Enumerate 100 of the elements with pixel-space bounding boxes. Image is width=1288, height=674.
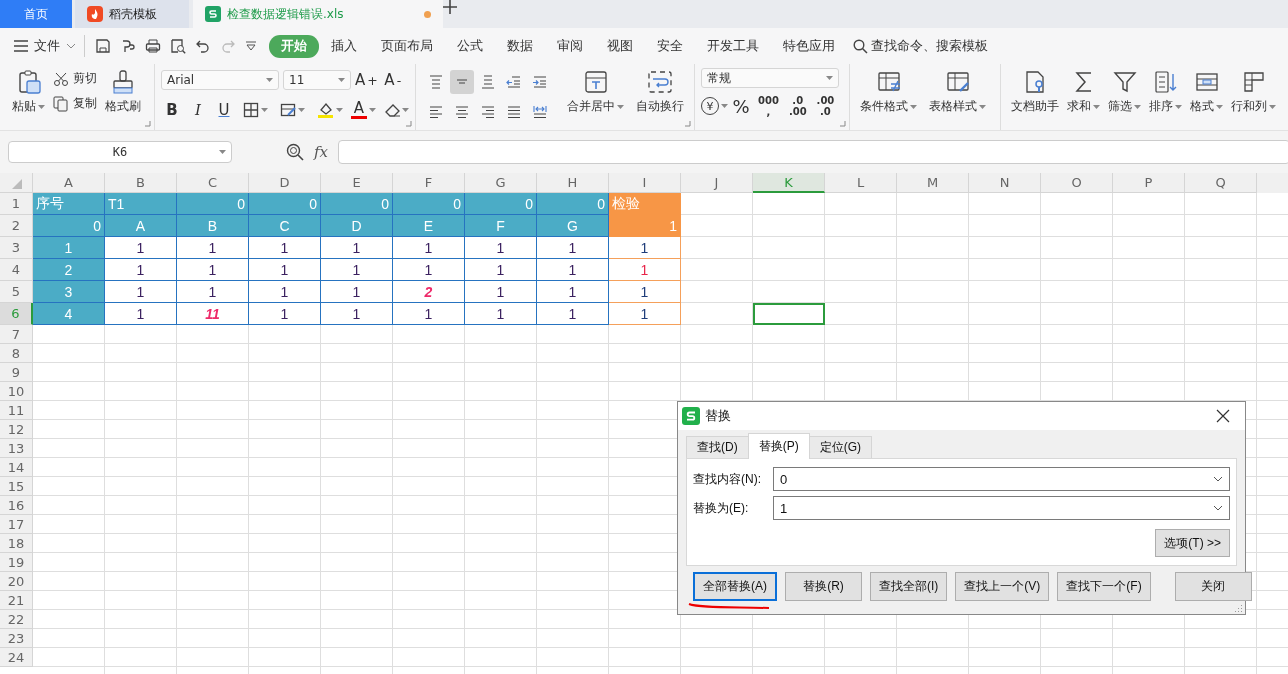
command-search[interactable]: 查找命令、搜索模板	[853, 37, 988, 55]
sum-button[interactable]: 求和	[1063, 68, 1104, 117]
save-icon[interactable]	[95, 38, 111, 54]
column-header[interactable]: E	[321, 173, 393, 193]
column-header[interactable]: N	[969, 173, 1041, 193]
sort-button[interactable]: 排序	[1145, 68, 1186, 117]
doc-assistant-button[interactable]: 文档助手	[1007, 68, 1063, 117]
bold-button[interactable]: B	[161, 98, 183, 122]
row-header[interactable]: 19	[0, 553, 33, 572]
function-button[interactable]: fx	[314, 143, 328, 161]
row-header[interactable]: 18	[0, 534, 33, 553]
dialog-tab[interactable]: 定位(G)	[808, 436, 872, 458]
dialog-button[interactable]: 查找全部(I)	[870, 572, 948, 601]
ribbon-tab[interactable]: 数据	[495, 34, 545, 58]
row-header[interactable]: 7	[0, 325, 33, 344]
column-header[interactable]: B	[105, 173, 177, 193]
row-header[interactable]: 20	[0, 572, 33, 591]
row-header[interactable]: 2	[0, 215, 33, 237]
row-header[interactable]: 17	[0, 515, 33, 534]
number-format-select[interactable]: 常规	[701, 68, 839, 88]
thousands-button[interactable]: 000 ,	[754, 95, 783, 117]
formula-input[interactable]	[338, 140, 1288, 164]
percent-button[interactable]: %	[730, 94, 752, 118]
italic-button[interactable]: I	[187, 98, 209, 122]
ribbon-tab[interactable]: 页面布局	[369, 34, 445, 58]
column-header[interactable]: O	[1041, 173, 1113, 193]
row-header[interactable]: 22	[0, 610, 33, 629]
dialog-button[interactable]: 查找下一个(F)	[1057, 572, 1151, 601]
underline-button[interactable]: U	[213, 98, 235, 122]
column-header[interactable]: I	[609, 173, 681, 193]
table-style-button[interactable]: 表格样式	[925, 68, 990, 117]
row-header[interactable]: 1	[0, 193, 33, 215]
filter-button[interactable]: 筛选	[1104, 68, 1145, 117]
format-painter-button[interactable]: 格式刷	[101, 68, 145, 117]
dialog-tab[interactable]: 替换(P)	[747, 433, 810, 459]
row-header[interactable]: 9	[0, 363, 33, 382]
input-field[interactable]: 0	[773, 467, 1230, 491]
ribbon-tab[interactable]: 安全	[645, 34, 695, 58]
font-color-button[interactable]: A	[351, 98, 376, 122]
zoom-icon[interactable]	[286, 143, 304, 161]
dialog-button[interactable]: 替换(R)	[785, 572, 862, 601]
column-header[interactable]: L	[825, 173, 897, 193]
dialog-button[interactable]: 全部替换(A)	[693, 572, 777, 601]
font-size-select[interactable]: 11	[283, 70, 351, 90]
ribbon-tab[interactable]: 公式	[445, 34, 495, 58]
row-header[interactable]: 12	[0, 420, 33, 439]
column-header[interactable]: A	[33, 173, 105, 193]
ribbon-tab[interactable]: 开发工具	[695, 34, 771, 58]
merge-center-button[interactable]: 合并居中	[563, 68, 628, 117]
row-header[interactable]: 21	[0, 591, 33, 610]
document-tab[interactable]: 首页	[0, 0, 72, 28]
customize-icon[interactable]	[245, 41, 257, 51]
decrease-decimal-button[interactable]: .00 .0	[812, 95, 839, 117]
row-header[interactable]: 3	[0, 237, 33, 259]
row-header[interactable]: 14	[0, 458, 33, 477]
resize-grip-icon[interactable]	[1235, 604, 1243, 612]
row-header[interactable]: 8	[0, 344, 33, 363]
row-header[interactable]: 5	[0, 281, 33, 303]
column-header[interactable]: M	[897, 173, 969, 193]
row-header[interactable]: 23	[0, 629, 33, 648]
paste-button[interactable]: 粘贴	[8, 68, 49, 117]
column-header[interactable]: F	[393, 173, 465, 193]
copy-button[interactable]: 复制	[53, 95, 97, 112]
font-family-select[interactable]: Arial	[161, 70, 279, 90]
ribbon-tab[interactable]: 审阅	[545, 34, 595, 58]
wrap-text-button[interactable]: 自动换行	[632, 68, 688, 117]
row-header[interactable]: 10	[0, 382, 33, 401]
print-preview-icon[interactable]	[170, 38, 186, 54]
ribbon-tab[interactable]: 视图	[595, 34, 645, 58]
ribbon-tab[interactable]: 特色应用	[771, 34, 847, 58]
row-header[interactable]: 11	[0, 401, 33, 420]
document-tab[interactable]: 检查数据逻辑错误.xls	[193, 0, 443, 28]
column-header[interactable]: J	[681, 173, 753, 193]
dialog-tab[interactable]: 查找(D)	[686, 436, 749, 458]
ribbon-tab[interactable]: 插入	[319, 34, 369, 58]
document-tab[interactable]: 稻壳模板	[75, 0, 189, 28]
column-header[interactable]: H	[537, 173, 609, 193]
cut-button[interactable]: 剪切	[53, 70, 97, 87]
format-button[interactable]: 格式	[1186, 68, 1227, 117]
row-header[interactable]: 4	[0, 259, 33, 281]
column-header[interactable]: Q	[1185, 173, 1257, 193]
rows-columns-button[interactable]: 行和列	[1227, 68, 1280, 117]
column-header[interactable]: G	[465, 173, 537, 193]
column-header[interactable]: P	[1113, 173, 1185, 193]
dialog-button[interactable]: 查找上一个(V)	[955, 572, 1050, 601]
undo-icon[interactable]	[195, 38, 211, 54]
column-header[interactable]: C	[177, 173, 249, 193]
name-box[interactable]: K6	[8, 141, 232, 163]
row-header[interactable]: 15	[0, 477, 33, 496]
print-icon[interactable]	[145, 38, 161, 54]
dialog-button[interactable]: 关闭	[1174, 572, 1252, 601]
column-header[interactable]: D	[249, 173, 321, 193]
row-header[interactable]: 24	[0, 648, 33, 667]
add-tab-icon[interactable]	[443, 0, 457, 14]
options-button[interactable]: 选项(T) >>	[1155, 529, 1230, 557]
row-header[interactable]: 13	[0, 439, 33, 458]
increase-decimal-button[interactable]: .0 .00	[784, 95, 811, 117]
close-icon[interactable]	[1216, 409, 1230, 423]
row-header[interactable]: 16	[0, 496, 33, 515]
input-field[interactable]: 1	[773, 496, 1230, 520]
